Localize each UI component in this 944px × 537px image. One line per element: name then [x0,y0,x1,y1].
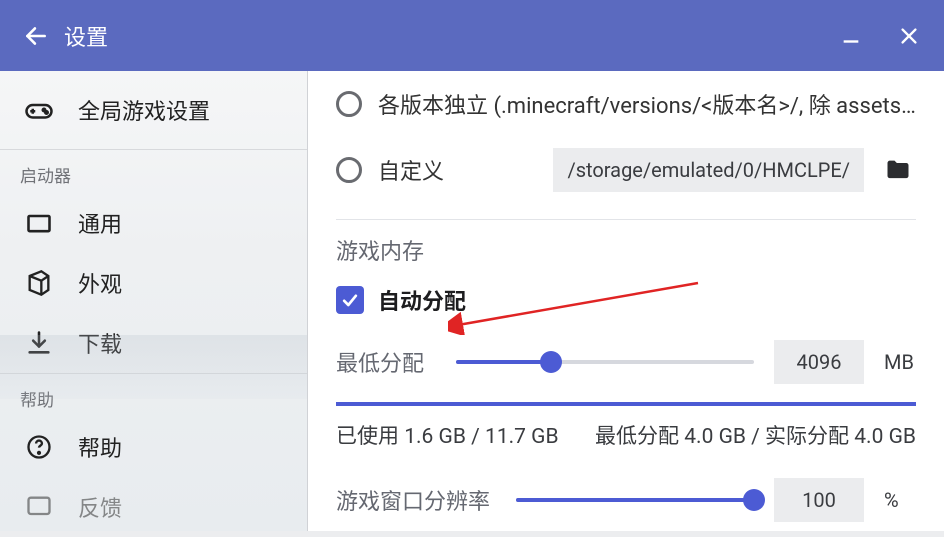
sidebar-item-global-game-settings[interactable]: 全局游戏设置 [0,71,307,149]
custom-path-input[interactable]: /storage/emulated/0/HMCLPE/ [553,148,864,192]
page-title: 设置 [64,20,108,52]
memory-usage-used: 已使用 1.6 GB / 11.7 GB [336,420,559,450]
sidebar-item-appearance[interactable]: 外观 [0,253,307,313]
min-allocate-label: 最低分配 [336,346,436,378]
radio-label: 自定义 [378,154,444,186]
main-pane: 各版本独立 (.minecraft/versions/<版本名>/, 除 ass… [308,71,944,531]
sidebar-item-label: 帮助 [78,431,122,463]
memory-usage-bar [336,402,916,406]
resolution-label: 游戏窗口分辨率 [336,484,496,516]
back-button[interactable] [14,14,58,58]
feedback-icon [24,492,54,522]
sidebar-item-label: 通用 [78,207,122,239]
sidebar-item-label: 外观 [78,267,122,299]
memory-usage-row: 已使用 1.6 GB / 11.7 GB 最低分配 4.0 GB / 实际分配 … [336,420,916,450]
sidebar-item-download[interactable]: 下载 [0,313,307,373]
resolution-unit: % [884,488,916,512]
sidebar-item-label: 反馈 [78,491,122,523]
memory-usage-alloc: 最低分配 4.0 GB / 实际分配 4.0 GB [595,420,916,450]
gamepad-icon [24,95,54,125]
appearance-icon [24,268,54,298]
minimize-button[interactable] [836,21,866,51]
auto-allocate-row: 自动分配 [336,284,916,316]
sidebar-item-help[interactable]: 帮助 [0,417,307,477]
sidebar-item-general[interactable]: 通用 [0,193,307,253]
auto-allocate-label: 自动分配 [378,284,466,316]
radio-label: 各版本独立 (.minecraft/versions/<版本名>/, 除 ass… [378,88,916,120]
sidebar: 全局游戏设置 启动器 通用 外观 下载 帮助 帮助 [0,71,308,531]
radio-icon[interactable] [336,157,362,183]
radio-custom[interactable]: 自定义 /storage/emulated/0/HMCLPE/ [336,137,916,203]
sidebar-section-launcher: 启动器 [0,149,307,193]
radio-per-version[interactable]: 各版本独立 (.minecraft/versions/<版本名>/, 除 ass… [336,71,916,137]
sidebar-item-label: 下载 [78,327,122,359]
sidebar-item-feedback[interactable]: 反馈 [0,477,307,537]
min-allocate-input[interactable]: 4096 [774,340,864,384]
min-allocate-unit: MB [884,350,916,374]
auto-allocate-checkbox[interactable] [336,286,364,314]
sidebar-item-label: 全局游戏设置 [78,94,210,126]
memory-title: 游戏内存 [336,234,916,266]
resolution-input[interactable]: 100 [774,478,864,522]
sidebar-section-help: 帮助 [0,373,307,417]
min-allocate-slider[interactable] [456,348,754,376]
min-allocate-row: 最低分配 4096 MB [336,340,916,384]
radio-icon[interactable] [336,91,362,117]
title-bar: 设置 [0,0,944,71]
rectangle-icon [24,208,54,238]
resolution-row: 游戏窗口分辨率 100 % [336,478,916,522]
download-icon [24,328,54,358]
separator [336,219,916,220]
help-icon [24,432,54,462]
browse-folder-button[interactable] [880,152,916,188]
resolution-slider[interactable] [516,486,754,514]
close-button[interactable] [894,21,924,51]
